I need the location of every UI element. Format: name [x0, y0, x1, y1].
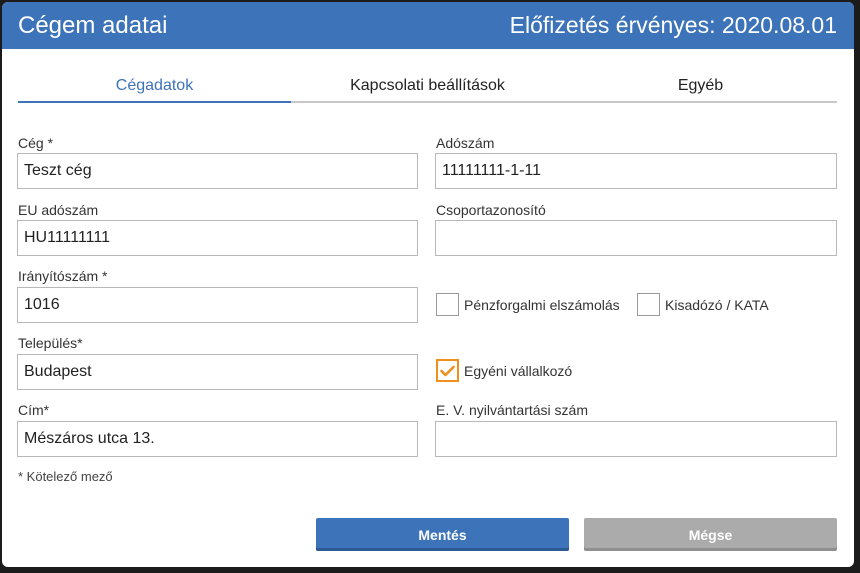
tab-other[interactable]: Egyéb	[564, 74, 837, 101]
address-field[interactable]	[17, 421, 418, 457]
sole-trader-label: Egyéni vállalkozó	[464, 362, 573, 379]
tax-number-label: Adószám	[436, 135, 495, 151]
company-label: Cég *	[18, 135, 54, 151]
dialog-title: Cégem adatai	[18, 11, 168, 39]
cash-accounting-label: Pénzforgalmi elszámolás	[464, 296, 620, 313]
tax-number-field[interactable]	[435, 153, 837, 189]
company-data-dialog: Cégem adatai Előfizetés érvényes: 2020.0…	[2, 2, 854, 567]
zip-label: Irányítószám *	[18, 268, 108, 284]
checkmark-icon	[440, 365, 455, 376]
dialog-header: Cégem adatai Előfizetés érvényes: 2020.0…	[2, 2, 854, 49]
kata-label: Kisadózó / KATA	[665, 296, 769, 313]
sole-trader-checkbox[interactable]: Egyéni vállalkozó	[436, 359, 572, 382]
city-field[interactable]	[17, 354, 418, 390]
address-label: Cím*	[18, 402, 50, 418]
group-id-field[interactable]	[435, 220, 837, 256]
subscription-validity: Előfizetés érvényes: 2020.08.01	[509, 12, 837, 38]
kata-box[interactable]	[637, 293, 660, 316]
cancel-button[interactable]: Mégse	[584, 518, 837, 551]
eu-tax-number-label: EU adószám	[18, 202, 99, 218]
tab-bar: Cégadatok Kapcsolati beállítások Egyéb	[18, 74, 837, 103]
zip-field[interactable]	[17, 287, 418, 323]
tab-company-data[interactable]: Cégadatok	[18, 74, 291, 103]
city-label: Település*	[18, 335, 83, 351]
kata-checkbox[interactable]: Kisadózó / KATA	[637, 293, 769, 316]
eu-tax-number-field[interactable]	[17, 220, 418, 256]
cash-accounting-box[interactable]	[436, 293, 459, 316]
save-button[interactable]: Mentés	[316, 518, 569, 551]
sole-trader-box[interactable]	[436, 359, 459, 382]
group-id-label: Csoportazonosító	[436, 202, 546, 218]
ev-number-label: E. V. nyilvántartási szám	[436, 402, 588, 418]
cash-accounting-checkbox[interactable]: Pénzforgalmi elszámolás	[436, 293, 620, 316]
required-field-note: * Kötelező mező	[18, 469, 113, 484]
company-field[interactable]	[17, 153, 418, 189]
tab-contact-settings[interactable]: Kapcsolati beállítások	[291, 74, 564, 101]
ev-number-field[interactable]	[435, 421, 837, 457]
